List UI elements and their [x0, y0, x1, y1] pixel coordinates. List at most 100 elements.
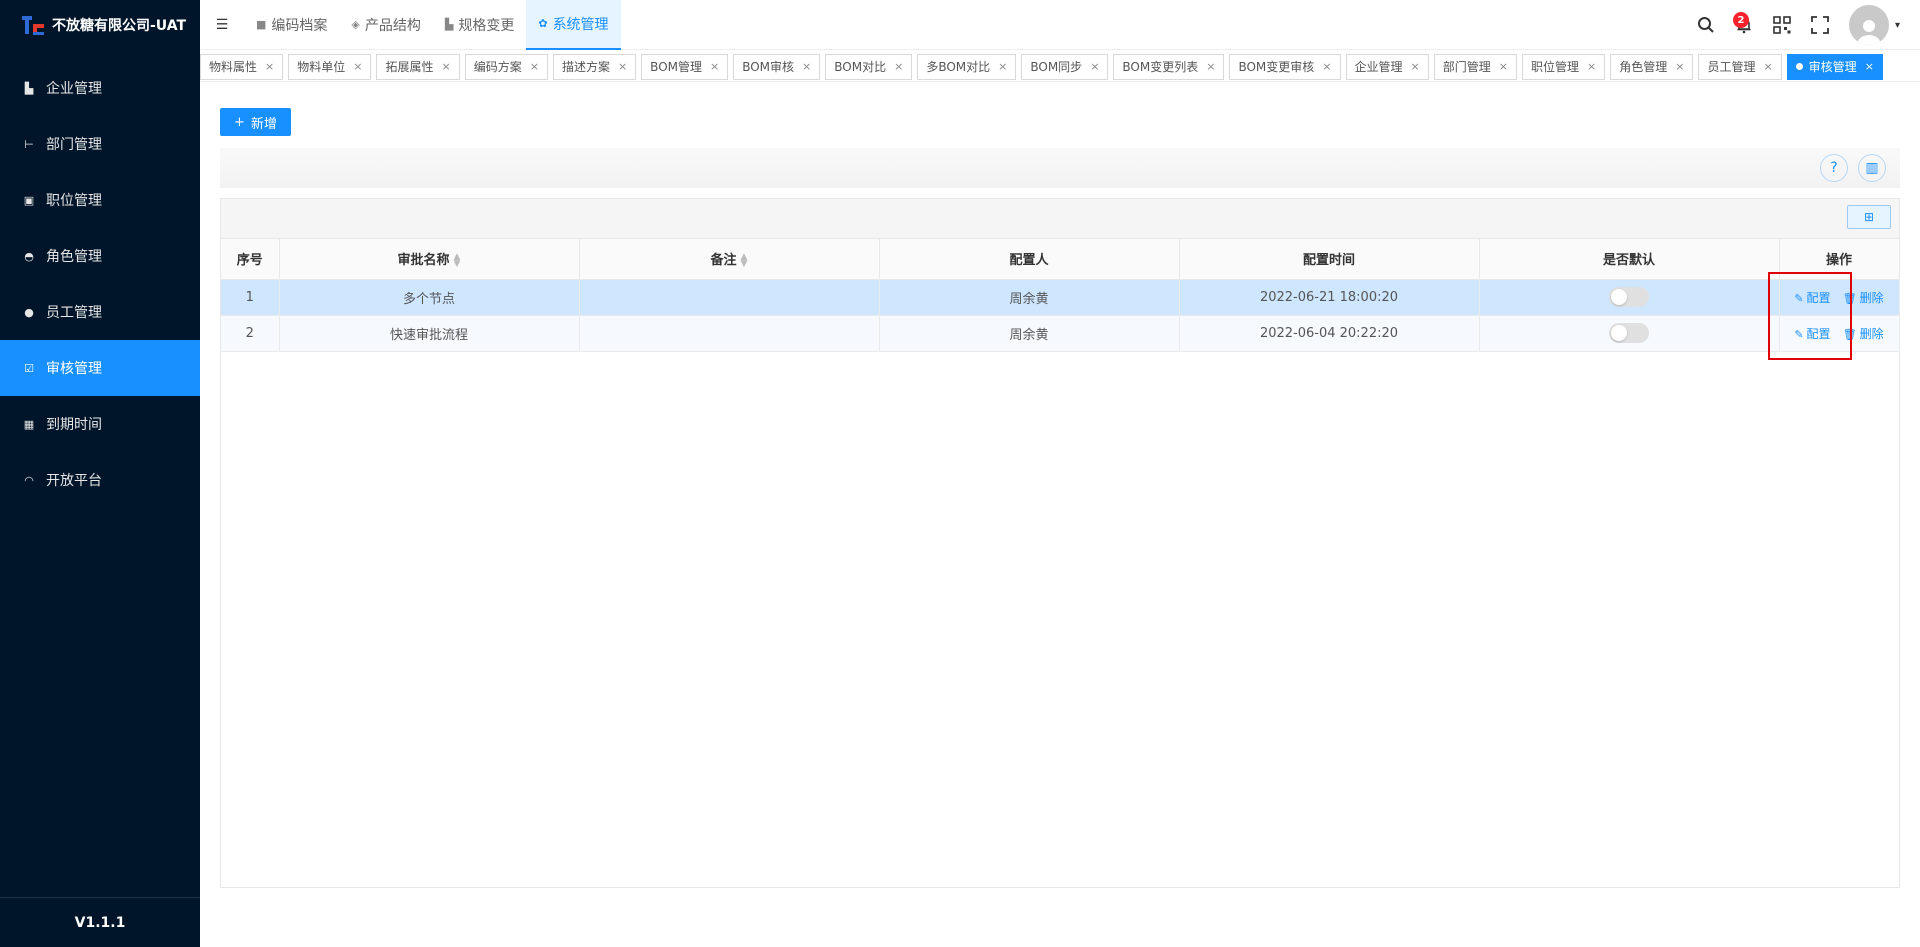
close-icon[interactable]: × — [265, 60, 274, 73]
sidebar-item-open-platform[interactable]: ◠ 开放平台 — [0, 452, 200, 508]
sidebar-item-department[interactable]: ⊢ 部门管理 — [0, 116, 200, 172]
config-button[interactable]: ✎ 配置 — [1794, 291, 1830, 305]
topnav-tab-label: 规格变更 — [458, 17, 515, 34]
col-header-name[interactable]: 审批名称 ▲ ▼ — [279, 239, 580, 280]
sidebar-item-expiry[interactable]: ▦ 到期时间 — [0, 396, 200, 452]
col-header-label: 审批名称 — [397, 253, 450, 269]
sidebar-item-enterprise[interactable]: ▙ 企业管理 — [0, 60, 200, 116]
tag-item[interactable]: 职位管理 × — [1521, 53, 1606, 80]
tag-label: 物料单位 — [297, 60, 346, 74]
column-settings-icon[interactable]: ▥ — [1858, 154, 1886, 182]
close-icon[interactable]: × — [1090, 60, 1099, 73]
tag-label: 多BOM对比 — [926, 60, 991, 74]
col-header-remark[interactable]: 备注 ▲ ▼ — [579, 239, 880, 280]
help-icon[interactable]: ? — [1820, 154, 1848, 182]
tag-item[interactable]: BOM对比 × — [825, 53, 913, 80]
tags-view-bar: 物料属性 × 物料单位 × 拓展属性 × 编码方案 × 描述方案 × BOM管理 × BOM审核 × BOM… — [200, 52, 1920, 82]
close-icon[interactable]: × — [1763, 60, 1772, 73]
sidebar-item-role[interactable]: ◓ 角色管理 — [0, 228, 200, 284]
add-button-label: 新增 — [250, 116, 277, 132]
table-top-bar: ⊞ — [221, 199, 1899, 239]
tag-item[interactable]: 描述方案 × — [552, 53, 637, 80]
logo-icon — [20, 12, 46, 38]
tag-item[interactable]: BOM变更列表 × — [1113, 53, 1225, 80]
sidebar-item-label: 审核管理 — [46, 361, 102, 377]
close-icon[interactable]: × — [894, 60, 903, 73]
sidebar: 不放糖有限公司-UAT ▙ 企业管理 ⊢ 部门管理 ▣ 职位管理 ◓ 角色管理 … — [0, 0, 200, 947]
edit-icon: ✎ — [1794, 327, 1804, 341]
tag-label: 部门管理 — [1442, 60, 1491, 74]
table-row[interactable]: 1 多个节点 周余黄 2022-06-21 18:00:20 ✎ 配置 🗑 删除 — [221, 279, 1900, 316]
close-icon[interactable]: × — [530, 60, 539, 73]
add-button[interactable]: + 新增 — [220, 108, 291, 136]
tag-item[interactable]: 审核管理 × — [1786, 53, 1883, 80]
close-icon[interactable]: × — [998, 60, 1007, 73]
topnav-tab-product-structure[interactable]: ◈ 产品结构 — [339, 0, 432, 50]
close-icon[interactable]: × — [802, 60, 811, 73]
close-icon[interactable]: × — [1865, 60, 1874, 73]
tag-item[interactable]: 角色管理 × — [1610, 53, 1694, 80]
table-row[interactable]: 2 快速审批流程 周余黄 2022-06-04 20:22:20 ✎ 配置 🗑 删除 — [221, 315, 1900, 352]
close-icon[interactable]: × — [1499, 60, 1508, 73]
close-icon[interactable]: × — [710, 60, 719, 73]
default-toggle[interactable] — [1609, 287, 1649, 307]
tag-label: 职位管理 — [1530, 60, 1579, 74]
tag-item[interactable]: BOM管理 × — [641, 53, 729, 80]
close-icon[interactable]: × — [353, 60, 362, 73]
notification-badge: 2 — [1732, 12, 1749, 28]
sort-icon[interactable]: ▲ ▼ — [454, 252, 461, 268]
close-icon[interactable]: × — [1675, 60, 1684, 73]
close-icon[interactable]: × — [1587, 60, 1596, 73]
tag-item[interactable]: 物料单位 × — [288, 53, 372, 80]
topnav-tab-system-management[interactable]: ✿ 系统管理 — [526, 0, 621, 50]
tag-item[interactable]: 部门管理 × — [1433, 53, 1517, 80]
close-icon[interactable]: × — [1322, 60, 1331, 73]
approval-table: ⊞ 序号 审批名称 ▲ ▼ 备注 ▲ ▼ 配置人 配置时间 是否默认 操作 1 … — [220, 198, 1900, 888]
tag-item[interactable]: BOM同步 × — [1021, 53, 1109, 80]
tag-item[interactable]: 企业管理 × — [1345, 53, 1429, 80]
close-icon[interactable]: × — [618, 60, 627, 73]
app-logo[interactable]: 不放糖有限公司-UAT — [0, 0, 200, 50]
tag-item[interactable]: 员工管理 × — [1698, 53, 1782, 80]
sidebar-item-label: 开放平台 — [46, 473, 102, 489]
building-icon: ▙ — [24, 81, 34, 95]
user-avatar[interactable] — [1848, 5, 1889, 45]
sidebar-item-position[interactable]: ▣ 职位管理 — [0, 172, 200, 228]
fullscreen-icon[interactable] — [1801, 6, 1839, 44]
col-header-label: 操作 — [1825, 253, 1852, 269]
chevron-down-icon[interactable]: ▾ — [1895, 20, 1900, 31]
tag-item[interactable]: 物料属性 × — [200, 53, 284, 80]
col-header-no: 序号 — [221, 239, 280, 280]
sidebar-item-audit[interactable]: ☑ 审核管理 — [0, 340, 200, 396]
config-button[interactable]: ✎ 配置 — [1794, 327, 1830, 341]
tag-label: 编码方案 — [473, 60, 522, 74]
delete-button[interactable]: 🗑 删除 — [1843, 327, 1884, 341]
close-icon[interactable]: × — [441, 60, 450, 73]
tag-item[interactable]: BOM审核 × — [733, 53, 821, 80]
tag-label: 员工管理 — [1707, 60, 1756, 74]
tag-item[interactable]: 编码方案 × — [464, 53, 548, 80]
delete-button[interactable]: 🗑 删除 — [1843, 291, 1884, 305]
sort-icon[interactable]: ▲ ▼ — [741, 252, 748, 268]
delete-label: 删除 — [1859, 326, 1884, 341]
search-icon[interactable] — [1687, 6, 1725, 44]
users-icon: ● — [24, 305, 34, 319]
default-toggle[interactable] — [1609, 323, 1649, 343]
tag-item[interactable]: BOM变更审核 × — [1229, 53, 1341, 80]
tag-item[interactable]: 多BOM对比 × — [917, 53, 1017, 80]
topnav-tab-spec-change[interactable]: ▙ 规格变更 — [433, 0, 526, 50]
topnav-tab-code-archive[interactable]: ■ 编码档案 — [244, 0, 339, 50]
main-content: + 新增 ? ▥ ⊞ 序号 审批名称 ▲ ▼ 备注 ▲ ▼ 配置人 配置时间 是… — [220, 108, 1900, 888]
close-icon[interactable]: × — [1411, 60, 1420, 73]
close-icon[interactable]: × — [1206, 60, 1215, 73]
spec-icon: ▙ — [444, 18, 454, 31]
tag-item[interactable]: 拓展属性 × — [376, 53, 460, 80]
grid-view-icon[interactable]: ⊞ — [1847, 205, 1891, 229]
app-version: V1.1.1 — [0, 897, 200, 947]
bell-icon[interactable]: 2 — [1725, 6, 1763, 44]
menu-fold-icon[interactable]: ☰ — [200, 0, 244, 50]
qrcode-icon[interactable] — [1763, 6, 1801, 44]
sidebar-item-employee[interactable]: ● 员工管理 — [0, 284, 200, 340]
role-icon: ◓ — [24, 249, 34, 263]
col-header-configurer: 配置人 — [879, 239, 1180, 280]
